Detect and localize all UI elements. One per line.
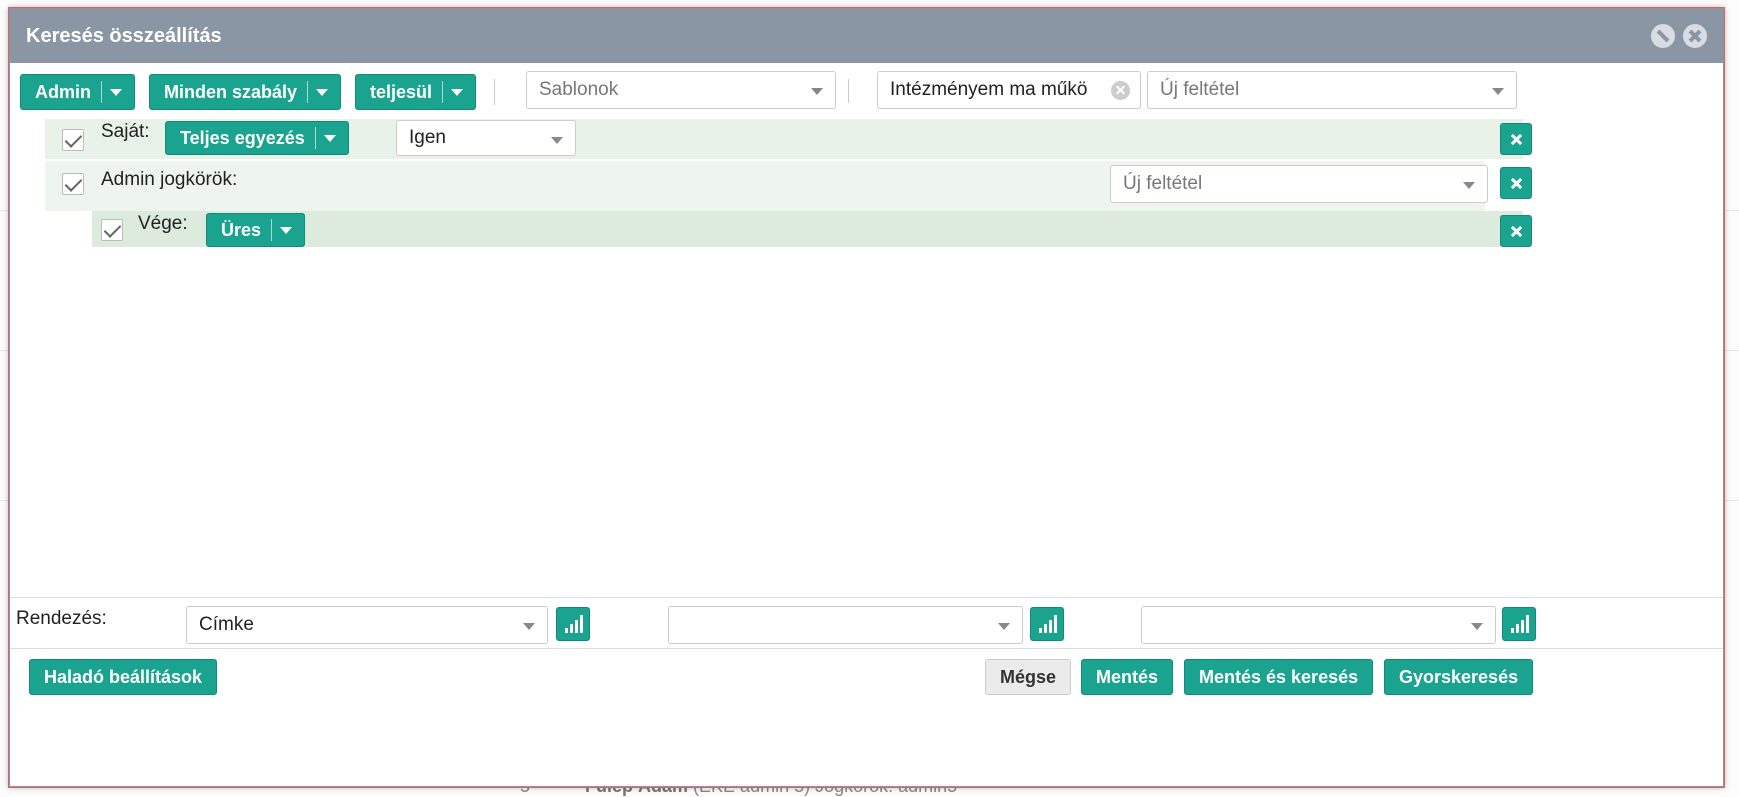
- chevron-down-icon: [523, 623, 535, 630]
- caret-down-icon: [316, 88, 329, 96]
- close-icon[interactable]: [1683, 24, 1707, 48]
- rule-own-value: Igen: [409, 127, 446, 148]
- caret-down-icon: [280, 226, 293, 234]
- rule-own-operator-button[interactable]: Teljes egyezés: [165, 121, 349, 155]
- admin-label: Admin: [35, 81, 91, 102]
- dialog-title: Keresés összeállítás: [26, 24, 222, 47]
- caret-down-icon: [323, 134, 336, 142]
- sort-row: Rendezés: Címke: [10, 597, 1723, 649]
- rule-own-label: Saját:: [101, 121, 150, 142]
- admin-dropdown-button[interactable]: Admin: [20, 74, 135, 110]
- sort-direction-3-button[interactable]: [1502, 607, 1536, 641]
- match-label: teljesül: [370, 81, 433, 102]
- remove-rule-admin-rights-button[interactable]: [1500, 167, 1532, 199]
- sort-field-1-select[interactable]: Címke: [186, 606, 548, 644]
- toolbar-divider: [848, 79, 849, 103]
- dialog-footer: Haladó beállítások Mégse Mentés Mentés é…: [10, 649, 1723, 709]
- filter-select[interactable]: Intézményem ma műkö: [877, 71, 1141, 109]
- rules-label: Minden szabály: [164, 81, 298, 102]
- rule-end-label: Vége:: [138, 213, 188, 234]
- rule-admin-rights-checkbox[interactable]: [62, 173, 84, 195]
- chevron-down-icon: [1463, 182, 1475, 189]
- caret-down-icon: [110, 88, 122, 96]
- chevron-down-icon: [1471, 623, 1483, 630]
- match-dropdown-button[interactable]: teljesül: [355, 74, 477, 110]
- rule-end-checkbox[interactable]: [101, 219, 123, 241]
- rules-dropdown-button[interactable]: Minden szabály: [149, 74, 342, 110]
- rule-own-value-select[interactable]: Igen: [396, 120, 576, 156]
- dialog-titlebar[interactable]: Keresés összeállítás: [10, 9, 1723, 63]
- rule-admin-rights-label: Admin jogkörök:: [101, 169, 238, 190]
- advanced-settings-button[interactable]: Haladó beállítások: [29, 659, 218, 695]
- chevron-down-icon: [1492, 88, 1504, 95]
- templates-placeholder: Sablonok: [539, 79, 619, 100]
- minimize-icon[interactable]: [1651, 24, 1675, 48]
- rule-admin-rights-new-condition-placeholder: Új feltétel: [1123, 173, 1203, 194]
- search-builder-dialog: Keresés összeállítás Admin Minden szabál…: [8, 7, 1725, 788]
- rule-end-operator: Üres: [221, 219, 262, 240]
- title-icons: [1651, 24, 1707, 48]
- rule-own-checkbox[interactable]: [62, 129, 84, 151]
- templates-select[interactable]: Sablonok: [526, 71, 836, 109]
- cancel-button[interactable]: Mégse: [985, 659, 1072, 695]
- toolbar-divider: [494, 79, 496, 105]
- new-condition-select[interactable]: Új feltétel: [1147, 71, 1517, 109]
- chevron-down-icon: [811, 88, 823, 95]
- remove-rule-own-button[interactable]: [1500, 123, 1532, 155]
- rule-end-operator-button[interactable]: Üres: [206, 213, 306, 247]
- chevron-down-icon: [551, 137, 563, 144]
- sort-label: Rendezés:: [16, 608, 107, 629]
- filter-value: Intézményem ma műkö: [890, 79, 1088, 100]
- new-condition-placeholder: Új feltétel: [1160, 79, 1240, 100]
- caret-down-icon: [451, 88, 464, 96]
- chevron-down-icon: [998, 623, 1010, 630]
- rule-row-end: [92, 211, 1523, 247]
- remove-rule-end-button[interactable]: [1500, 215, 1532, 247]
- rule-admin-rights-new-condition-select[interactable]: Új feltétel: [1110, 165, 1488, 203]
- save-button[interactable]: Mentés: [1081, 659, 1174, 695]
- save-and-search-button[interactable]: Mentés és keresés: [1184, 659, 1374, 695]
- sort-field-2-select[interactable]: [668, 606, 1023, 644]
- sort-field-3-select[interactable]: [1141, 606, 1496, 644]
- sort-direction-2-button[interactable]: [1030, 607, 1064, 641]
- sort-field-1-value: Címke: [199, 614, 254, 635]
- clear-icon[interactable]: [1111, 81, 1130, 100]
- sort-direction-1-button[interactable]: [556, 607, 590, 641]
- quick-search-button[interactable]: Gyorskeresés: [1384, 659, 1534, 695]
- rule-own-operator: Teljes egyezés: [180, 127, 305, 148]
